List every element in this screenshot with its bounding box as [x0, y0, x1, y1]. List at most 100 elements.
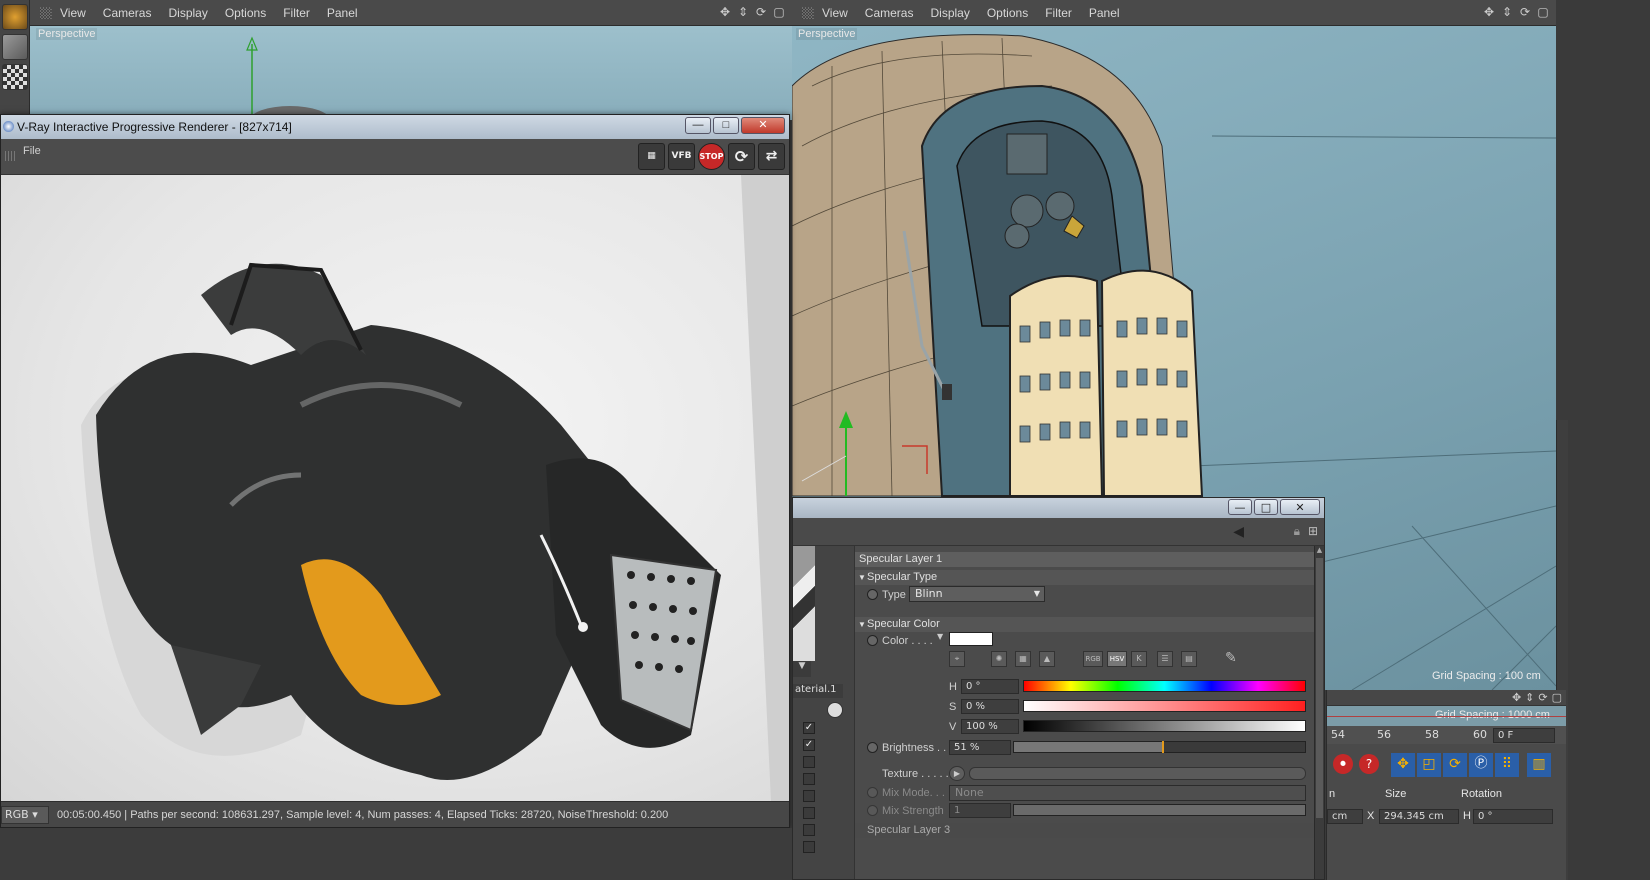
refresh-icon[interactable]: ⟳	[728, 143, 755, 170]
checker-icon[interactable]	[2, 64, 28, 90]
menu-options[interactable]: Options	[225, 6, 266, 20]
render-icon[interactable]	[2, 4, 28, 30]
hsv-mode-button[interactable]: HSV	[1107, 651, 1127, 667]
value-slider[interactable]	[1023, 720, 1306, 732]
film-icon[interactable]: ▦	[638, 143, 665, 170]
menu-file[interactable]: File	[23, 145, 41, 157]
texture-arrow-button[interactable]: ▶	[949, 766, 965, 781]
saturation-slider[interactable]	[1023, 700, 1306, 712]
material-titlebar[interactable]: — □ ✕	[793, 498, 1324, 518]
mix-strength-input[interactable]: 1	[949, 803, 1011, 818]
move-view-icon[interactable]: ✥	[1512, 691, 1521, 704]
minimize-button[interactable]: —	[685, 117, 711, 134]
vfb-button[interactable]: VFB	[668, 143, 695, 170]
scroll-thumb[interactable]	[1316, 558, 1323, 818]
side-checkbox-5[interactable]	[803, 790, 815, 802]
menu-cameras[interactable]: Cameras	[865, 6, 914, 20]
close-button[interactable]: ✕	[741, 117, 785, 134]
mix-strength-anim-radio[interactable]	[867, 805, 878, 816]
color-wheel-icon[interactable]: ✺	[991, 651, 1007, 667]
menu-options[interactable]: Options	[987, 6, 1028, 20]
move-tool-icon[interactable]: ✥	[1391, 753, 1415, 777]
menu-panel[interactable]: Panel	[1089, 6, 1120, 20]
color-spectrum-icon[interactable]: ▦	[1015, 651, 1031, 667]
swatches-icon[interactable]: ▤	[1181, 651, 1197, 667]
menu-filter[interactable]: Filter	[283, 6, 310, 20]
frame-input[interactable]: 0 F	[1493, 728, 1555, 743]
brightness-input[interactable]: 51 %	[949, 740, 1011, 755]
parking-icon[interactable]: Ⓟ	[1469, 753, 1493, 777]
maximize-view-icon[interactable]: ▢	[1552, 691, 1562, 704]
maximize-button[interactable]: □	[713, 117, 739, 134]
close-button[interactable]: ✕	[1280, 499, 1320, 515]
sliders-icon[interactable]: ☰	[1157, 651, 1173, 667]
color-image-icon[interactable]: ▲	[1039, 651, 1055, 667]
scroll-up-icon[interactable]: ▲	[1315, 546, 1324, 556]
side-checkbox-8[interactable]	[803, 841, 815, 853]
timeline-ruler[interactable]: 54 56 58 60 0 F	[1327, 726, 1566, 744]
rot-h-input[interactable]: 0 °	[1473, 809, 1553, 824]
rotate-view-icon[interactable]: ⟳	[754, 5, 768, 19]
v-input[interactable]: 100 %	[961, 719, 1019, 734]
back-arrow-icon[interactable]: ◀	[1233, 524, 1244, 540]
material-scrollbar[interactable]: ▲	[1314, 546, 1324, 879]
maximize-view-icon[interactable]: ▢	[1536, 5, 1550, 19]
swap-icon[interactable]: ⇄	[758, 143, 785, 170]
pick-icon[interactable]	[827, 702, 843, 718]
side-checkbox-4[interactable]	[803, 773, 815, 785]
side-checkbox-2[interactable]: ✓	[803, 739, 815, 751]
preview-arrow-icon[interactable]: ▼	[793, 661, 811, 677]
material-preview[interactable]	[793, 546, 815, 661]
rgb-mode-button[interactable]: RGB	[1083, 651, 1103, 667]
color-expand-icon[interactable]: ▼	[937, 632, 943, 641]
new-panel-icon[interactable]: ⊞	[1308, 524, 1318, 538]
texture-slot[interactable]	[969, 767, 1306, 780]
minimize-button[interactable]: —	[1228, 499, 1252, 515]
mix-mode-anim-radio[interactable]	[867, 787, 878, 798]
dolly-view-icon[interactable]: ⇕	[1500, 5, 1514, 19]
side-checkbox-7[interactable]	[803, 824, 815, 836]
small-viewport[interactable]: Grid Spacing : 1000 cm	[1327, 706, 1566, 726]
menu-filter[interactable]: Filter	[1045, 6, 1072, 20]
menu-panel[interactable]: Panel	[327, 6, 358, 20]
cube-icon[interactable]	[2, 34, 28, 60]
help-icon[interactable]: ?	[1359, 754, 1379, 774]
side-checkbox-1[interactable]: ✓	[803, 722, 815, 734]
dolly-view-icon[interactable]: ⇕	[1525, 691, 1534, 704]
stop-button[interactable]: STOP	[698, 143, 725, 170]
menu-view[interactable]: View	[822, 6, 848, 20]
vray-titlebar[interactable]: V-Ray Interactive Progressive Renderer -…	[1, 115, 789, 139]
brightness-anim-radio[interactable]	[867, 742, 878, 753]
maximize-view-icon[interactable]: ▢	[772, 5, 786, 19]
rotate-view-icon[interactable]: ⟳	[1538, 691, 1547, 704]
mix-mode-dropdown[interactable]: None	[949, 785, 1306, 801]
s-input[interactable]: 0 %	[961, 699, 1019, 714]
size-x-input[interactable]: 294.345 cm	[1379, 809, 1459, 824]
mix-strength-slider[interactable]	[1013, 804, 1306, 816]
kelvin-mode-button[interactable]: K	[1131, 651, 1147, 667]
color-swatch[interactable]	[949, 632, 993, 646]
brightness-slider-knob[interactable]	[1162, 741, 1165, 753]
h-input[interactable]: 0 °	[961, 679, 1019, 694]
menu-view[interactable]: View	[60, 6, 86, 20]
side-checkbox-3[interactable]	[803, 756, 815, 768]
viewport-left[interactable]: View Cameras Display Options Filter Pane…	[30, 0, 792, 120]
channel-select[interactable]: RGB ▾	[1, 805, 49, 824]
specular-type-header[interactable]: ▼ Specular Type	[855, 570, 1314, 585]
scale-tool-icon[interactable]: ◰	[1417, 753, 1441, 777]
rotate-view-icon[interactable]: ⟳	[1518, 5, 1532, 19]
hue-slider[interactable]	[1023, 680, 1306, 692]
lock-icon[interactable]: 🔒︎	[1294, 524, 1300, 539]
move-view-icon[interactable]: ✥	[1482, 5, 1496, 19]
eyedropper-icon[interactable]: ✎	[1225, 650, 1237, 666]
type-dropdown[interactable]: Blinn ▼	[909, 586, 1045, 602]
next-layer-header[interactable]: Specular Layer 3	[855, 823, 1314, 838]
position-x-input[interactable]: cm	[1327, 809, 1363, 824]
record-icon[interactable]: ⏺	[1333, 754, 1353, 774]
move-view-icon[interactable]: ✥	[718, 5, 732, 19]
specular-color-header[interactable]: ▼ Specular Color	[855, 617, 1314, 632]
film-strip-icon[interactable]: ▥	[1527, 753, 1551, 777]
brightness-slider[interactable]	[1013, 741, 1306, 753]
dolly-view-icon[interactable]: ⇕	[736, 5, 750, 19]
menu-display[interactable]: Display	[168, 6, 207, 20]
